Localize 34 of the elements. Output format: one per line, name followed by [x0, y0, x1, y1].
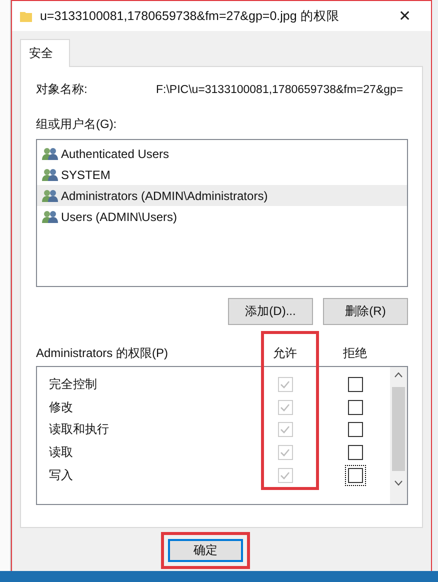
users-icon	[42, 146, 58, 160]
group-item[interactable]: SYSTEM	[36, 164, 407, 185]
scroll-down-icon[interactable]	[394, 480, 403, 486]
checkmark-icon	[280, 448, 290, 457]
object-name-label: 对象名称:	[36, 81, 88, 98]
group-item[interactable]: Administrators (ADMIN\Administrators)	[36, 185, 407, 206]
permission-name: 修改	[48, 398, 74, 416]
permission-name: 读取和执行	[48, 421, 110, 438]
folder-icon	[20, 10, 32, 22]
permission-name: 完全控制	[48, 376, 98, 393]
ok-button[interactable]: 确定	[168, 538, 243, 562]
users-icon	[42, 188, 58, 202]
close-button[interactable]: ✕	[387, 1, 423, 31]
window-title: u=3133100081,1780659738&fm=27&gp=0.jpg 的权限	[40, 8, 340, 24]
group-button[interactable]: 添加(D)...	[228, 298, 313, 325]
group-button[interactable]: 删除(R)	[323, 298, 408, 325]
checkmark-icon	[280, 402, 290, 412]
scroll-up-icon[interactable]	[394, 372, 403, 378]
checkmark-icon	[280, 380, 290, 389]
permission-name: 写入	[48, 466, 74, 484]
permission-name: 读取	[48, 444, 74, 461]
users-icon	[42, 168, 58, 182]
group-item[interactable]: Authenticated Users	[36, 143, 407, 164]
group-item[interactable]: Users (ADMIN\Users)	[36, 206, 407, 227]
users-icon	[42, 210, 58, 224]
allow-header: 允许	[272, 345, 298, 362]
object-name-value: F:\PIC\u=3133100081,1780659738&fm=27&gp=	[156, 84, 404, 96]
checkmark-icon	[280, 470, 290, 480]
groups-label: 组或用户名(G):	[36, 116, 118, 133]
checkmark-icon	[280, 425, 290, 434]
tab[interactable]: 安全	[20, 39, 70, 67]
scrollbar[interactable]	[390, 367, 407, 504]
deny-header: 拒绝	[342, 345, 368, 362]
permissions-label: Administrators 的权限(P)	[36, 345, 170, 362]
